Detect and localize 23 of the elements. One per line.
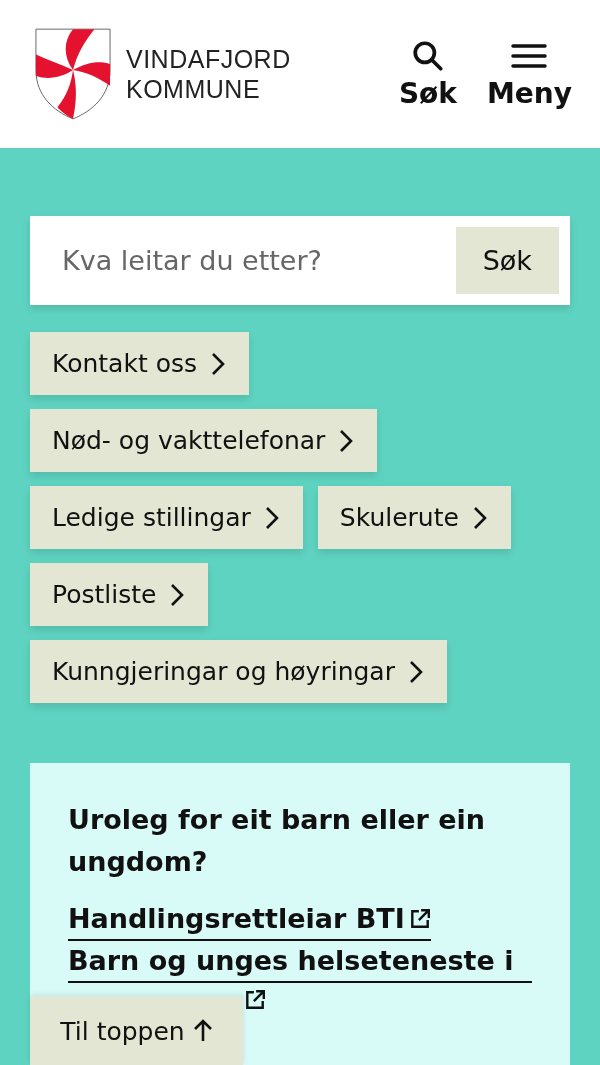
quick-link[interactable]: Postliste (30, 563, 209, 626)
quick-link[interactable]: Kunngjeringar og høyringar (30, 640, 447, 703)
quick-link[interactable]: Ledige stillingar (30, 486, 303, 549)
chevron-right-icon (170, 581, 185, 608)
municipality-name: KOMMUNE (126, 74, 262, 104)
arrow-up-icon (192, 1019, 213, 1043)
quick-link[interactable]: Skulerute (317, 486, 511, 549)
card-heading: Uroleg for eit barn eller ein ungdom? (68, 803, 487, 879)
back-to-top-button[interactable]: Til toppen (30, 997, 243, 1065)
chevron-right-icon (472, 504, 487, 531)
search-button[interactable]: Søk (455, 227, 559, 294)
quick-link[interactable]: Nød- og vakttelefonar (30, 409, 378, 472)
menu-button[interactable]: Meny (486, 38, 572, 110)
chevron-right-icon (211, 350, 225, 377)
coat-of-arms-icon[interactable] (34, 27, 112, 121)
search-field[interactable]: Kva leitar du etter? Søk (30, 216, 570, 305)
chevron-right-icon (339, 427, 354, 454)
external-link[interactable]: Handlingsrettleiar BTI (68, 899, 431, 941)
chevron-right-icon (264, 504, 279, 531)
search-button[interactable]: Søk (398, 38, 457, 110)
municipality-name: VINDAFJORD (126, 44, 291, 74)
chevron-right-icon (408, 658, 423, 685)
quick-link[interactable]: Kontakt oss (30, 332, 249, 395)
